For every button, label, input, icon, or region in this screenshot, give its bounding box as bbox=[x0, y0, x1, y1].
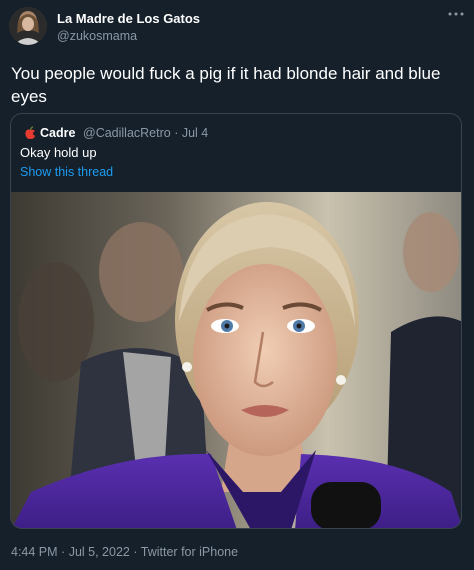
tweet-text: You people would fuck a pig if it had bl… bbox=[11, 64, 441, 106]
quoted-tweet-photo[interactable] bbox=[11, 192, 461, 528]
meta-separator: · bbox=[61, 545, 66, 559]
meta-separator: · bbox=[133, 545, 138, 559]
woman-portrait-image bbox=[11, 192, 461, 528]
bitten-apple-icon bbox=[25, 126, 36, 139]
author-display-name[interactable]: La Madre de Los Gatos bbox=[57, 11, 200, 26]
tweet-time[interactable]: 4:44 PM bbox=[11, 545, 58, 559]
avatar[interactable] bbox=[9, 7, 47, 45]
ellipsis-icon[interactable] bbox=[446, 8, 466, 20]
quoted-tweet-text: Okay hold up bbox=[20, 145, 97, 160]
tweet-client[interactable]: Twitter for iPhone bbox=[141, 545, 238, 559]
quoted-author-display-name[interactable]: Cadre bbox=[40, 126, 75, 140]
tweet: La Madre de Los Gatos @zukosmama You peo… bbox=[0, 0, 474, 570]
tweet-metadata: 4:44 PM · Jul 5, 2022 · Twitter for iPho… bbox=[11, 545, 238, 559]
author-handle[interactable]: @zukosmama bbox=[57, 29, 137, 43]
tweet-date[interactable]: Jul 5, 2022 bbox=[69, 545, 130, 559]
quoted-author-handle-and-date[interactable]: @CadillacRetro · Jul 4 bbox=[83, 126, 208, 140]
avatar-image bbox=[9, 7, 47, 45]
show-thread-link[interactable]: Show this thread bbox=[20, 165, 113, 179]
quoted-tweet-card[interactable]: Cadre @CadillacRetro · Jul 4 Okay hold u… bbox=[10, 113, 462, 529]
